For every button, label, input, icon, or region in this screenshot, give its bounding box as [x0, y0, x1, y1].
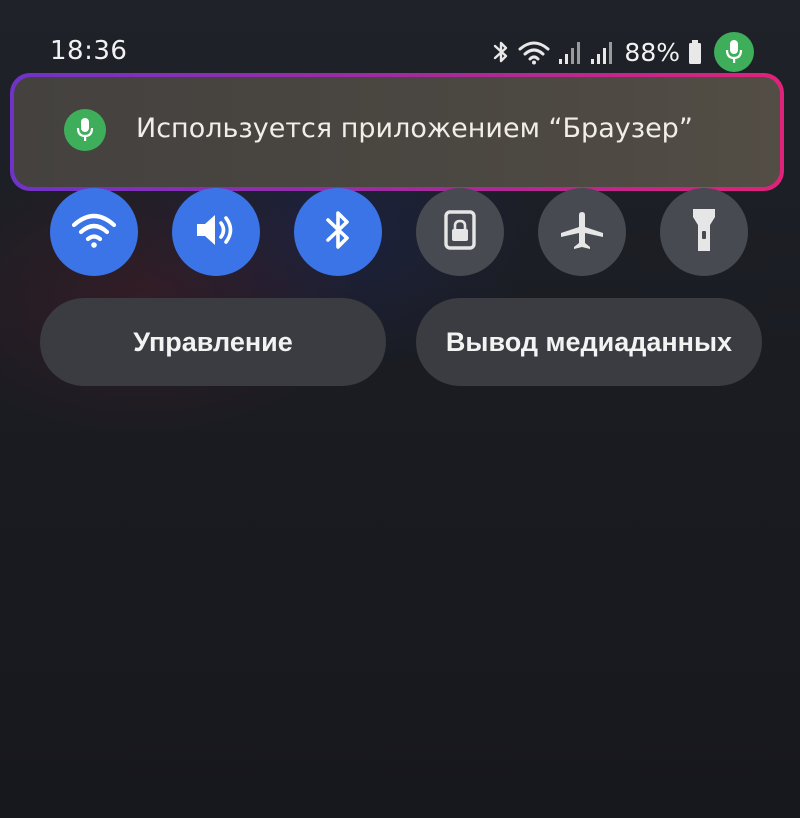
battery-percent: 88%	[624, 37, 680, 67]
status-icons: 88%	[492, 30, 754, 74]
sound-icon	[193, 210, 239, 254]
privacy-banner-text: Используется приложением “Браузер”	[136, 113, 693, 144]
bluetooth-icon	[323, 208, 353, 256]
bluetooth-icon	[492, 39, 510, 65]
flashlight-toggle[interactable]	[660, 188, 748, 276]
wifi-toggle[interactable]	[50, 188, 138, 276]
sound-toggle[interactable]	[172, 188, 260, 276]
microphone-icon	[64, 109, 106, 151]
airplane-mode-toggle[interactable]	[538, 188, 626, 276]
privacy-banner[interactable]: Используется приложением “Браузер”	[14, 77, 780, 187]
bluetooth-toggle[interactable]	[294, 188, 382, 276]
rotation-lock-toggle[interactable]	[416, 188, 504, 276]
wifi-icon	[71, 211, 117, 253]
flashlight-icon	[689, 207, 719, 257]
lock-icon	[442, 210, 478, 254]
control-button[interactable]: Управление	[40, 298, 386, 386]
clock: 18:36	[50, 36, 128, 66]
signal-icon	[558, 39, 582, 65]
media-output-button[interactable]: Вывод медиаданных	[416, 298, 762, 386]
quick-toggles	[50, 188, 750, 278]
wifi-icon	[518, 39, 550, 65]
signal-icon	[590, 39, 614, 65]
microphone-icon	[714, 32, 754, 72]
status-bar: 18:36 88%	[0, 0, 800, 80]
airplane-icon	[559, 210, 605, 254]
battery-icon	[688, 39, 702, 65]
privacy-banner-highlight: Используется приложением “Браузер”	[10, 73, 784, 191]
